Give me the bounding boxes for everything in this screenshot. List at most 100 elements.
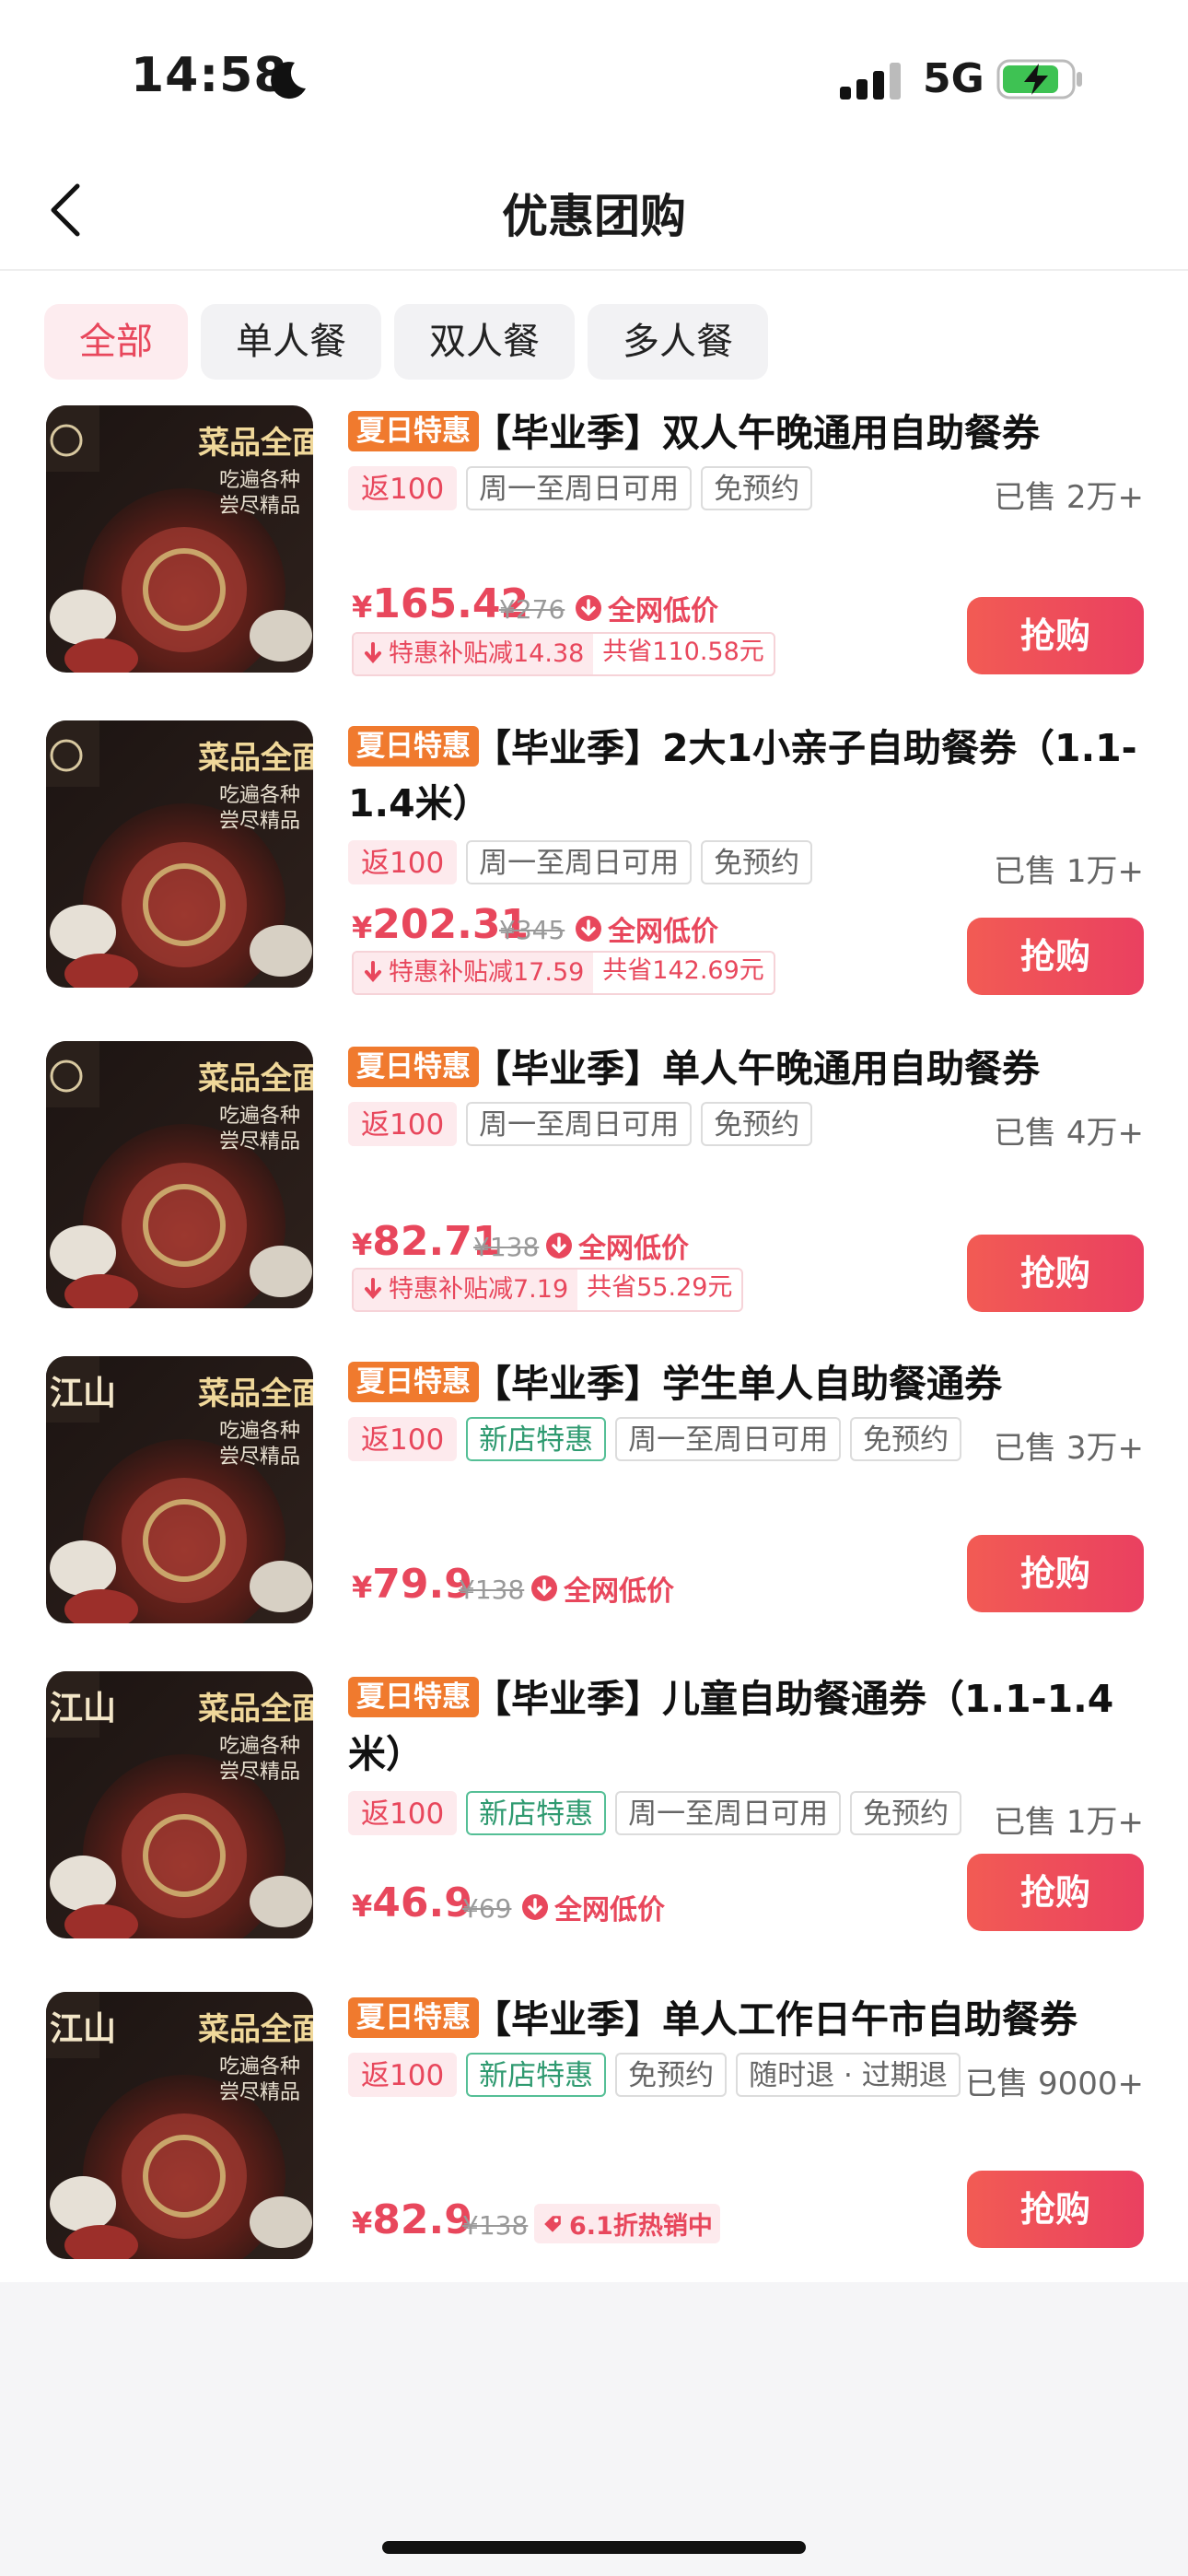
down-arrow-icon xyxy=(531,1575,557,1601)
battery-charging-icon xyxy=(996,59,1082,100)
subsidy-tag: 特惠补贴减17.59 共省142.69元 xyxy=(352,951,775,995)
sold-count: 已售 1万+ xyxy=(994,1804,1144,1841)
thumb-line1: 吃遍各种 xyxy=(219,1105,300,1128)
lowest-price-tag: 全网低价 xyxy=(575,588,718,628)
no-reservation-tag: 免预约 xyxy=(850,1791,962,1835)
home-indicator[interactable] xyxy=(382,2541,806,2554)
sold-count: 已售 2万+ xyxy=(994,479,1144,516)
buy-button[interactable]: 抢购 xyxy=(967,918,1144,995)
network-type: 5G xyxy=(923,55,984,102)
product-image: 江山 菜品全面升 吃遍各种 尝尽精品 xyxy=(46,1356,313,1623)
product-title: 【毕业季】双人午晚通用自助餐券 xyxy=(473,411,1040,455)
tab-double[interactable]: 双人餐 xyxy=(394,304,575,380)
thumb-line2: 尝尽精品 xyxy=(219,1761,300,1784)
thumb-headline: 菜品全面升 xyxy=(198,740,313,777)
product-card[interactable]: 菜品全面升 吃遍各种 尝尽精品 夏日特惠 【毕业季】单人午晚通用自助餐券 返10… xyxy=(0,1041,1188,1336)
product-card[interactable]: 菜品全面升 吃遍各种 尝尽精品 夏日特惠 【毕业季】双人午晚通用自助餐券 返10… xyxy=(0,405,1188,700)
down-arrow-icon xyxy=(546,1233,572,1259)
cashback-tag: 返100 xyxy=(348,1791,458,1835)
header-divider xyxy=(0,269,1188,271)
down-arrow-icon xyxy=(576,916,601,942)
cashback-tag: 返100 xyxy=(348,2053,458,2097)
lowest-price-tag: 全网低价 xyxy=(521,1887,665,1927)
status-time: 14:58 xyxy=(131,48,288,103)
product-title: 【毕业季】单人午晚通用自助餐券 xyxy=(473,1047,1040,1091)
original-price: ¥138 xyxy=(459,1575,525,1605)
sold-count: 已售 3万+ xyxy=(994,1430,1144,1467)
tab-single[interactable]: 单人餐 xyxy=(201,304,381,380)
product-card[interactable]: 江山 菜品全面升 吃遍各种 尝尽精品 夏日特惠 【毕业季】学生单人自助餐通券 返… xyxy=(0,1356,1188,1651)
thumb-line2: 尝尽精品 xyxy=(219,495,300,518)
thumb-line1: 吃遍各种 xyxy=(219,469,300,492)
original-price: ¥138 xyxy=(473,1232,540,1262)
product-image: 菜品全面升 吃遍各种 尝尽精品 xyxy=(46,1041,313,1308)
product-title: 【毕业季】儿童自助餐通券（1.1-1.4米） xyxy=(348,1677,1114,1776)
tag-row: 返100 周一至周日可用 免预约 xyxy=(348,840,813,886)
new-store-tag: 新店特惠 xyxy=(466,1417,607,1461)
sold-count: 已售 1万+ xyxy=(994,853,1144,890)
signal-icon xyxy=(840,63,901,100)
product-image: 菜品全面升 吃遍各种 尝尽精品 xyxy=(46,720,313,988)
availability-tag: 周一至周日可用 xyxy=(615,1791,842,1835)
buy-button[interactable]: 抢购 xyxy=(967,2171,1144,2248)
thumb-line2: 尝尽精品 xyxy=(219,1130,300,1153)
buy-button[interactable]: 抢购 xyxy=(967,1854,1144,1931)
discount-icon xyxy=(365,642,381,664)
original-price: ¥69 xyxy=(462,1893,512,1924)
thumb-line1: 吃遍各种 xyxy=(219,784,300,807)
product-image: 菜品全面升 吃遍各种 尝尽精品 xyxy=(46,405,313,673)
cashback-tag: 返100 xyxy=(348,466,458,510)
product-card[interactable]: 江山 菜品全面升 吃遍各种 尝尽精品 夏日特惠 【毕业季】儿童自助餐通券（1.1… xyxy=(0,1671,1188,1966)
original-price: ¥276 xyxy=(499,594,565,625)
availability-tag: 周一至周日可用 xyxy=(466,1102,693,1146)
sold-count: 已售 4万+ xyxy=(994,1115,1144,1152)
buy-button[interactable]: 抢购 xyxy=(967,597,1144,674)
thumb-brand: 江山 xyxy=(50,2009,116,2048)
moon-icon xyxy=(271,62,306,100)
thumb-headline: 菜品全面升 xyxy=(198,1060,313,1097)
thumb-brand: 江山 xyxy=(50,1374,116,1412)
discount-icon xyxy=(365,961,381,983)
hot-sale-tag: 6.1折热销中 xyxy=(534,2204,720,2243)
product-card[interactable]: 江山 菜品全面升 吃遍各种 尝尽精品 夏日特惠 【毕业季】单人工作日午市自助餐券… xyxy=(0,1992,1188,2287)
lowest-price-tag: 全网低价 xyxy=(545,1225,689,1266)
tag-icon xyxy=(544,2215,561,2232)
product-title: 【毕业季】学生单人自助餐通券 xyxy=(473,1362,1002,1406)
original-price: ¥345 xyxy=(499,915,565,945)
no-reservation-tag: 免预约 xyxy=(850,1417,962,1461)
tag-row: 返100 新店特惠 免预约 随时退 · 过期退 xyxy=(348,2053,961,2099)
thumb-line2: 尝尽精品 xyxy=(219,1446,300,1469)
availability-tag: 周一至周日可用 xyxy=(615,1417,842,1461)
buy-button[interactable]: 抢购 xyxy=(967,1235,1144,1312)
thumb-line2: 尝尽精品 xyxy=(219,810,300,833)
new-store-tag: 新店特惠 xyxy=(466,1791,607,1835)
subsidy-tag: 特惠补贴减14.38 共省110.58元 xyxy=(352,632,775,676)
no-reservation-tag: 免预约 xyxy=(701,466,813,510)
product-card[interactable]: 菜品全面升 吃遍各种 尝尽精品 夏日特惠 【毕业季】2大1小亲子自助餐券（1.1… xyxy=(0,720,1188,1015)
product-title: 【毕业季】单人工作日午市自助餐券 xyxy=(473,1997,1077,2042)
price: ¥82.9 xyxy=(352,2196,472,2243)
tag-row: 返100 新店特惠 周一至周日可用 免预约 xyxy=(348,1791,962,1837)
availability-tag: 周一至周日可用 xyxy=(466,466,693,510)
page-title: 优惠团购 xyxy=(502,190,686,243)
tag-row: 返100 周一至周日可用 免预约 xyxy=(348,466,813,512)
tag-row: 返100 新店特惠 周一至周日可用 免预约 xyxy=(348,1417,962,1463)
thumb-line2: 尝尽精品 xyxy=(219,2081,300,2104)
no-reservation-tag: 免预约 xyxy=(701,840,813,884)
tab-group[interactable]: 多人餐 xyxy=(588,304,768,380)
original-price: ¥138 xyxy=(462,2210,529,2241)
no-reservation-tag: 免预约 xyxy=(701,1102,813,1146)
thumb-brand: 江山 xyxy=(50,1689,116,1727)
buy-button[interactable]: 抢购 xyxy=(967,1535,1144,1612)
tag-row: 返100 周一至周日可用 免预约 xyxy=(348,1102,813,1148)
refund-tag: 随时退 · 过期退 xyxy=(736,2053,961,2097)
availability-tag: 周一至周日可用 xyxy=(466,840,693,884)
discount-icon xyxy=(365,1278,381,1300)
tab-all[interactable]: 全部 xyxy=(44,304,188,380)
thumb-headline: 菜品全面升 xyxy=(198,1376,313,1412)
price: ¥46.9 xyxy=(352,1879,472,1926)
lowest-price-tag: 全网低价 xyxy=(575,908,718,949)
price: ¥79.9 xyxy=(352,1561,472,1608)
lowest-price-tag: 全网低价 xyxy=(530,1568,674,1609)
cashback-tag: 返100 xyxy=(348,840,458,884)
